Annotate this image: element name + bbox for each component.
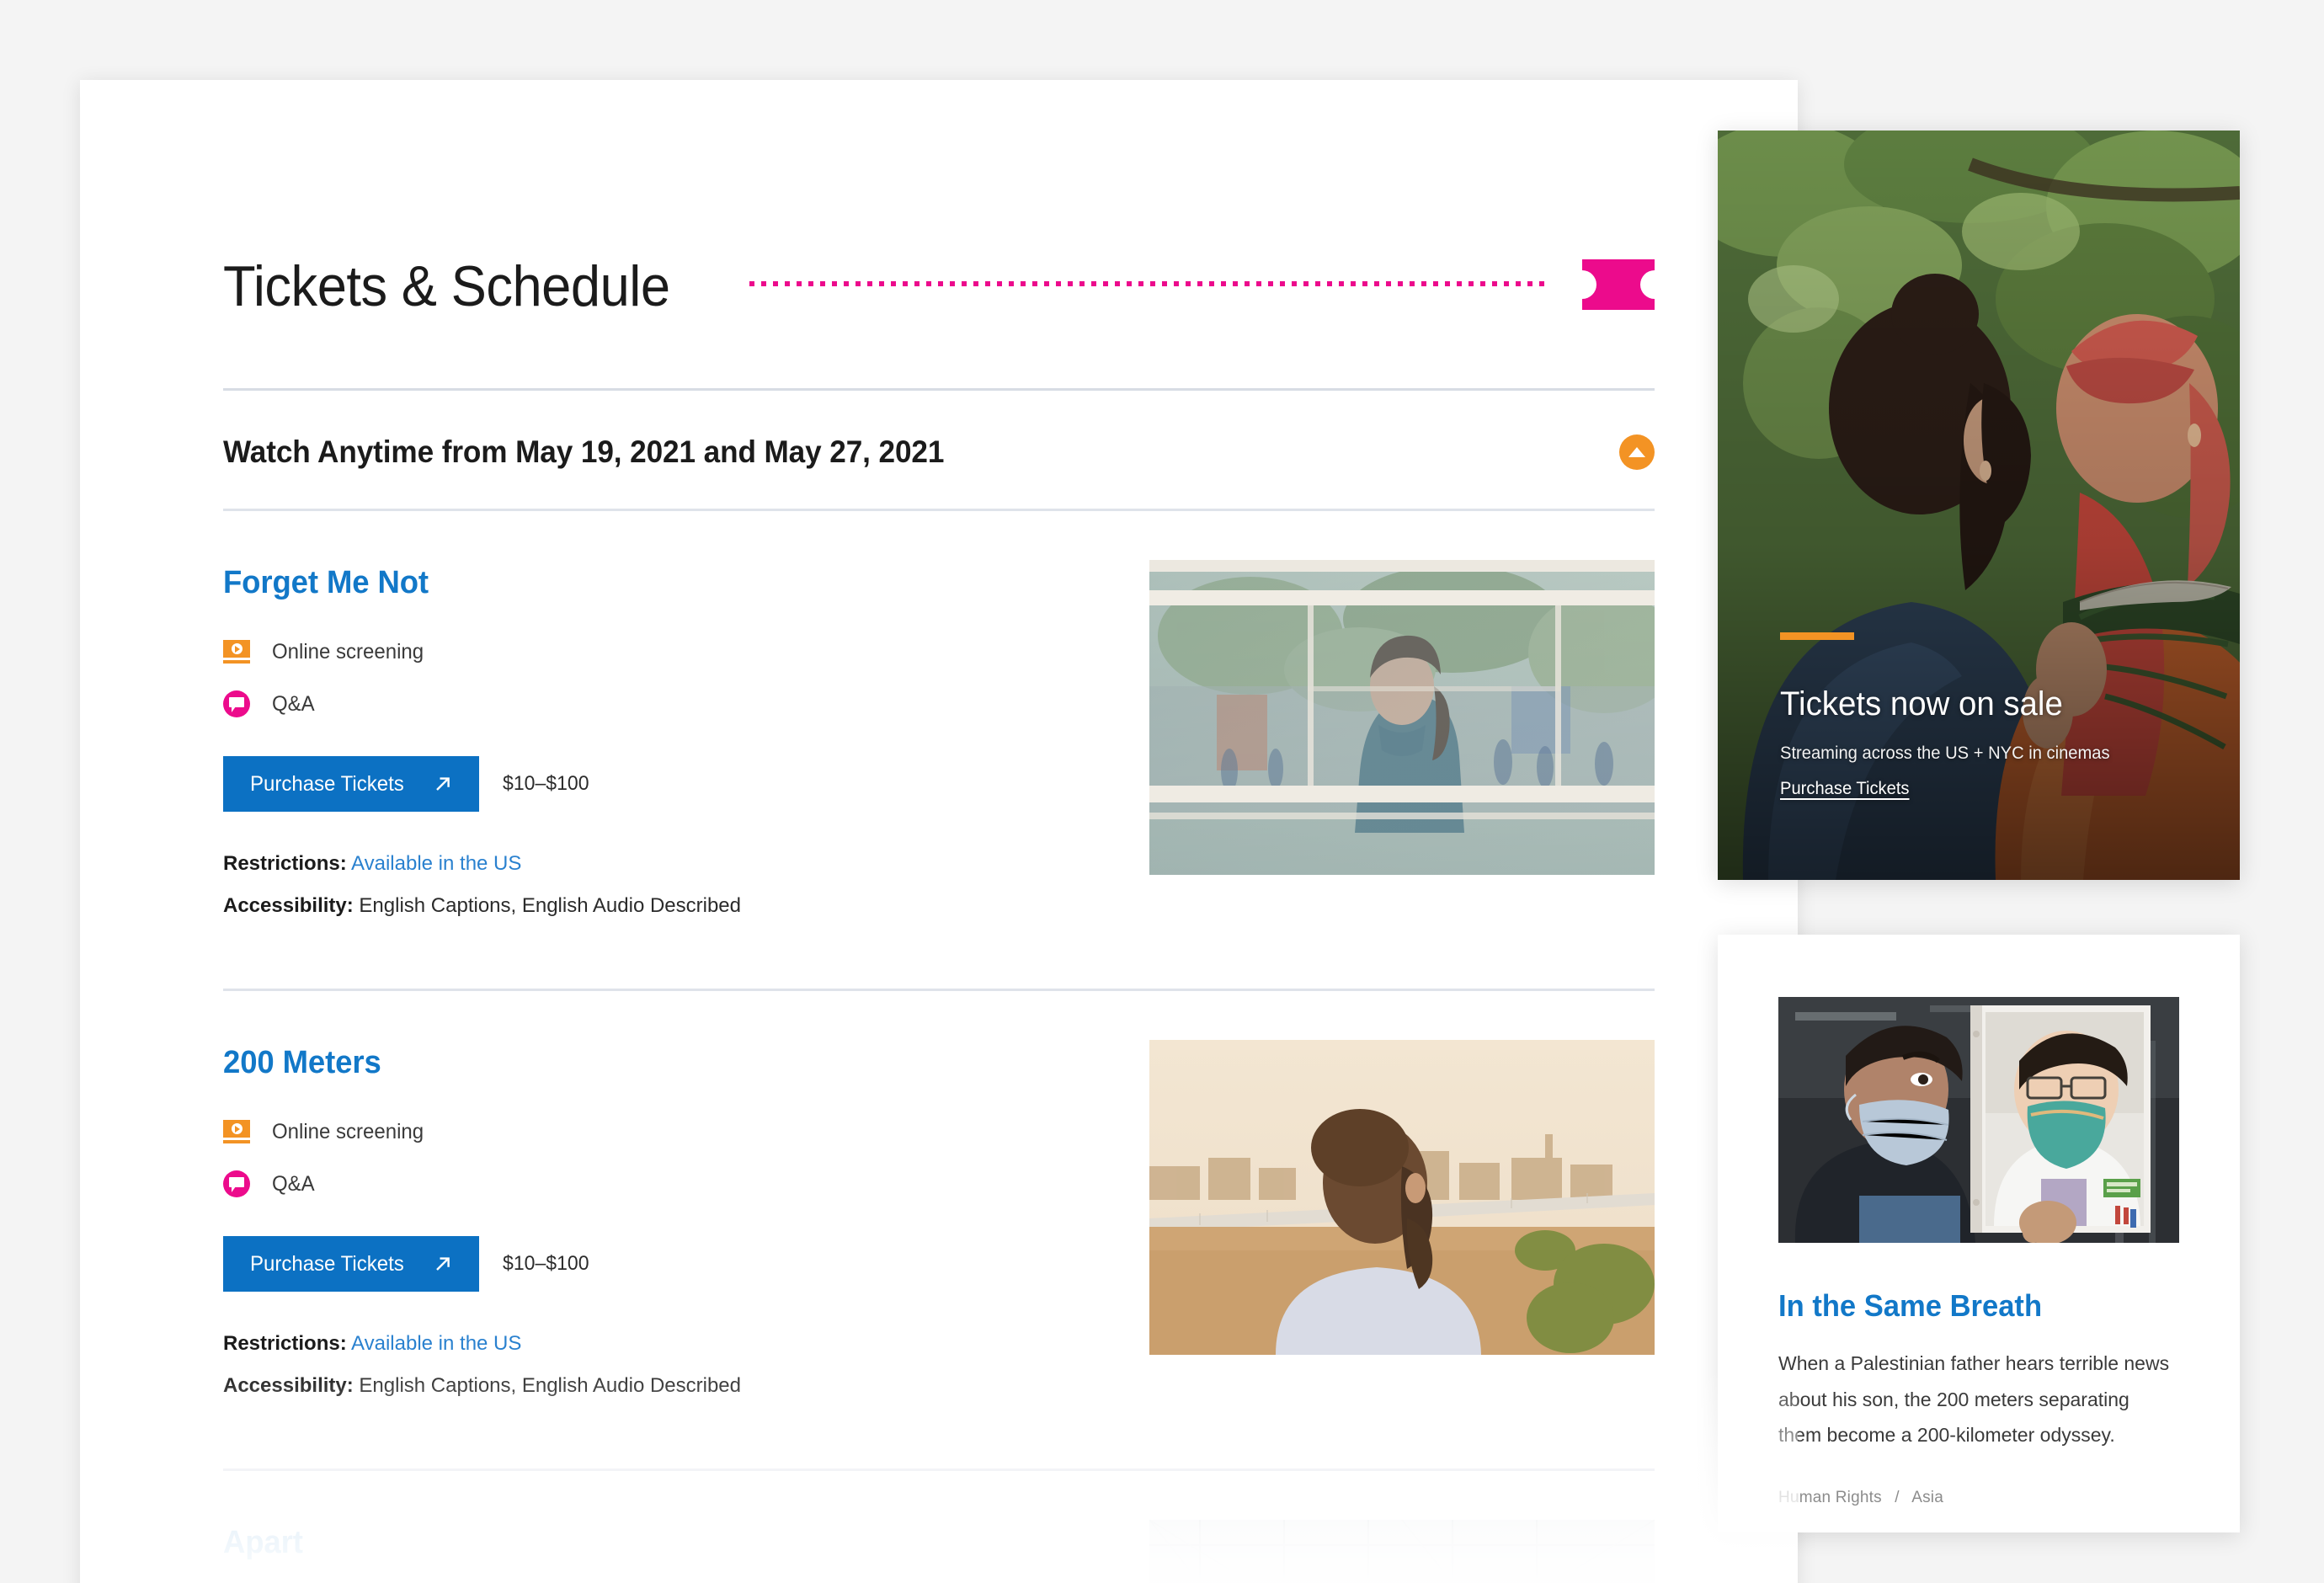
film-restrictions: Restrictions: Available in the US [223, 1332, 1116, 1356]
film-thumbnail[interactable] [1149, 1040, 1655, 1355]
online-screening-icon-disc [231, 1123, 243, 1134]
speech-bubble-icon [223, 690, 250, 717]
accessibility-key: Accessibility: [223, 1374, 354, 1397]
online-screening-icon-stand [223, 1140, 250, 1143]
film-meta-qa: Q&A [223, 1170, 1116, 1197]
chevron-up-icon [1628, 447, 1645, 457]
film-purchase-row: Purchase Tickets $10–$100 [223, 1236, 1116, 1292]
purchase-tickets-button[interactable]: Purchase Tickets [223, 1236, 480, 1292]
speech-bubble-icon-tail [232, 1186, 236, 1192]
restrictions-value-link[interactable]: Available in the US [351, 852, 521, 875]
purchase-tickets-label: Purchase Tickets [250, 771, 404, 796]
accessibility-key: Accessibility: [223, 894, 354, 917]
restrictions-key: Restrictions: [223, 852, 347, 875]
promo-card-overlay: Tickets now on sale Streaming across the… [1718, 632, 2240, 880]
feature-card-image [1778, 997, 2179, 1243]
promo-title: Tickets now on sale [1780, 685, 2063, 722]
film-meta-screening: Online screening [223, 1118, 1116, 1145]
film-accessibility: Accessibility: English Captions, English… [223, 894, 1116, 918]
purchase-tickets-button[interactable]: Purchase Tickets [223, 756, 480, 812]
feature-card-description: When a Palestinian father hears terrible… [1778, 1352, 2170, 1447]
film-row: Apart Online screening [223, 1471, 1655, 1583]
ticket-icon-notch-left [1568, 270, 1596, 299]
film-thumbnail-image [1149, 1040, 1655, 1355]
film-accessibility: Accessibility: English Captions, English… [223, 1374, 1116, 1398]
film-row: Forget Me Not Online screening Q&A Purch… [223, 511, 1655, 989]
online-screening-icon [223, 638, 250, 665]
online-screening-icon-disc [231, 643, 243, 654]
accessibility-value: English Captions, English Audio Describe… [359, 1374, 742, 1397]
dotted-rule-decoration [749, 281, 1547, 286]
play-triangle-icon [235, 645, 240, 653]
purchase-tickets-label: Purchase Tickets [250, 1251, 404, 1276]
schedule-section-header[interactable]: Watch Anytime from May 19, 2021 and May … [223, 391, 1655, 509]
film-purchase-row: Purchase Tickets $10–$100 [223, 756, 1116, 812]
online-screening-icon-screen [223, 1120, 250, 1138]
feature-card-tag-separator: / [1895, 1488, 1900, 1506]
feature-card-thumbnail[interactable] [1778, 997, 2179, 1243]
film-meta-qa: Q&A [223, 690, 1116, 717]
schedule-collapse-button[interactable] [1619, 434, 1655, 470]
film-details: 200 Meters Online screening Q&A Purchase… [223, 1040, 1116, 1416]
film-title-link[interactable]: Apart [223, 1525, 303, 1561]
restrictions-value-link[interactable]: Available in the US [351, 1332, 521, 1355]
speech-bubble-icon-tail [232, 706, 236, 712]
speech-bubble-icon [223, 1170, 250, 1197]
film-title-link[interactable]: Forget Me Not [223, 565, 429, 601]
feature-card-tags: Human Rights / Asia [1778, 1489, 2179, 1507]
film-qa-label: Q&A [272, 1171, 315, 1196]
feature-card-tag-primary[interactable]: Human Rights [1778, 1489, 1882, 1506]
film-thumbnail[interactable] [1149, 1520, 1655, 1583]
arrow-up-right-icon [436, 1257, 450, 1271]
film-qa-label: Q&A [272, 691, 315, 716]
feature-card-title-link[interactable]: In the Same Breath [1778, 1288, 2042, 1324]
film-screening-label: Online screening [272, 639, 424, 664]
page-title-row: Tickets & Schedule [223, 232, 1669, 341]
film-screening-label: Online screening [272, 1119, 424, 1143]
film-restrictions: Restrictions: Available in the US [223, 852, 1116, 876]
film-price: $10–$100 [503, 1252, 589, 1275]
panel-content: Tickets & Schedule Watch Anytime from Ma… [80, 80, 1798, 1583]
film-meta-screening: Online screening [223, 638, 1116, 665]
online-screening-icon-stand [223, 660, 250, 664]
film-thumbnail-image [1149, 1520, 1655, 1583]
feature-film-card[interactable]: In the Same Breath When a Palestinian fa… [1718, 935, 2240, 1532]
play-triangle-icon [235, 1125, 240, 1133]
online-screening-icon-screen [223, 640, 250, 658]
film-title-link[interactable]: 200 Meters [223, 1045, 381, 1081]
film-row: 200 Meters Online screening Q&A Purchase… [223, 991, 1655, 1468]
promo-card[interactable]: Tickets now on sale Streaming across the… [1718, 131, 2240, 880]
film-details: Apart Online screening [223, 1520, 1116, 1583]
promo-subtitle: Streaming across the US + NYC in cinemas [1780, 744, 2110, 763]
arrow-up-right-icon [436, 777, 450, 791]
schedule-section-title: Watch Anytime from May 19, 2021 and May … [223, 434, 945, 469]
tickets-schedule-panel: Tickets & Schedule Watch Anytime from Ma… [80, 80, 1798, 1583]
feature-card-tag-secondary[interactable]: Asia [1911, 1489, 1943, 1506]
promo-purchase-tickets-link[interactable]: Purchase Tickets [1780, 779, 1910, 799]
film-details: Forget Me Not Online screening Q&A Purch… [223, 560, 1116, 936]
film-thumbnail-image [1149, 560, 1655, 875]
page-title: Tickets & Schedule [223, 254, 670, 318]
online-screening-icon [223, 1118, 250, 1145]
promo-accent-bar [1780, 632, 1854, 640]
film-price: $10–$100 [503, 772, 589, 795]
ticket-icon-notch-right [1640, 270, 1669, 299]
restrictions-key: Restrictions: [223, 1332, 347, 1355]
ticket-icon [1568, 259, 1669, 310]
film-thumbnail[interactable] [1149, 560, 1655, 875]
screenshot-stage: Tickets & Schedule Watch Anytime from Ma… [0, 0, 2324, 1583]
feature-card-content: In the Same Breath When a Palestinian fa… [1718, 935, 2240, 1507]
accessibility-value: English Captions, English Audio Describe… [359, 894, 742, 917]
